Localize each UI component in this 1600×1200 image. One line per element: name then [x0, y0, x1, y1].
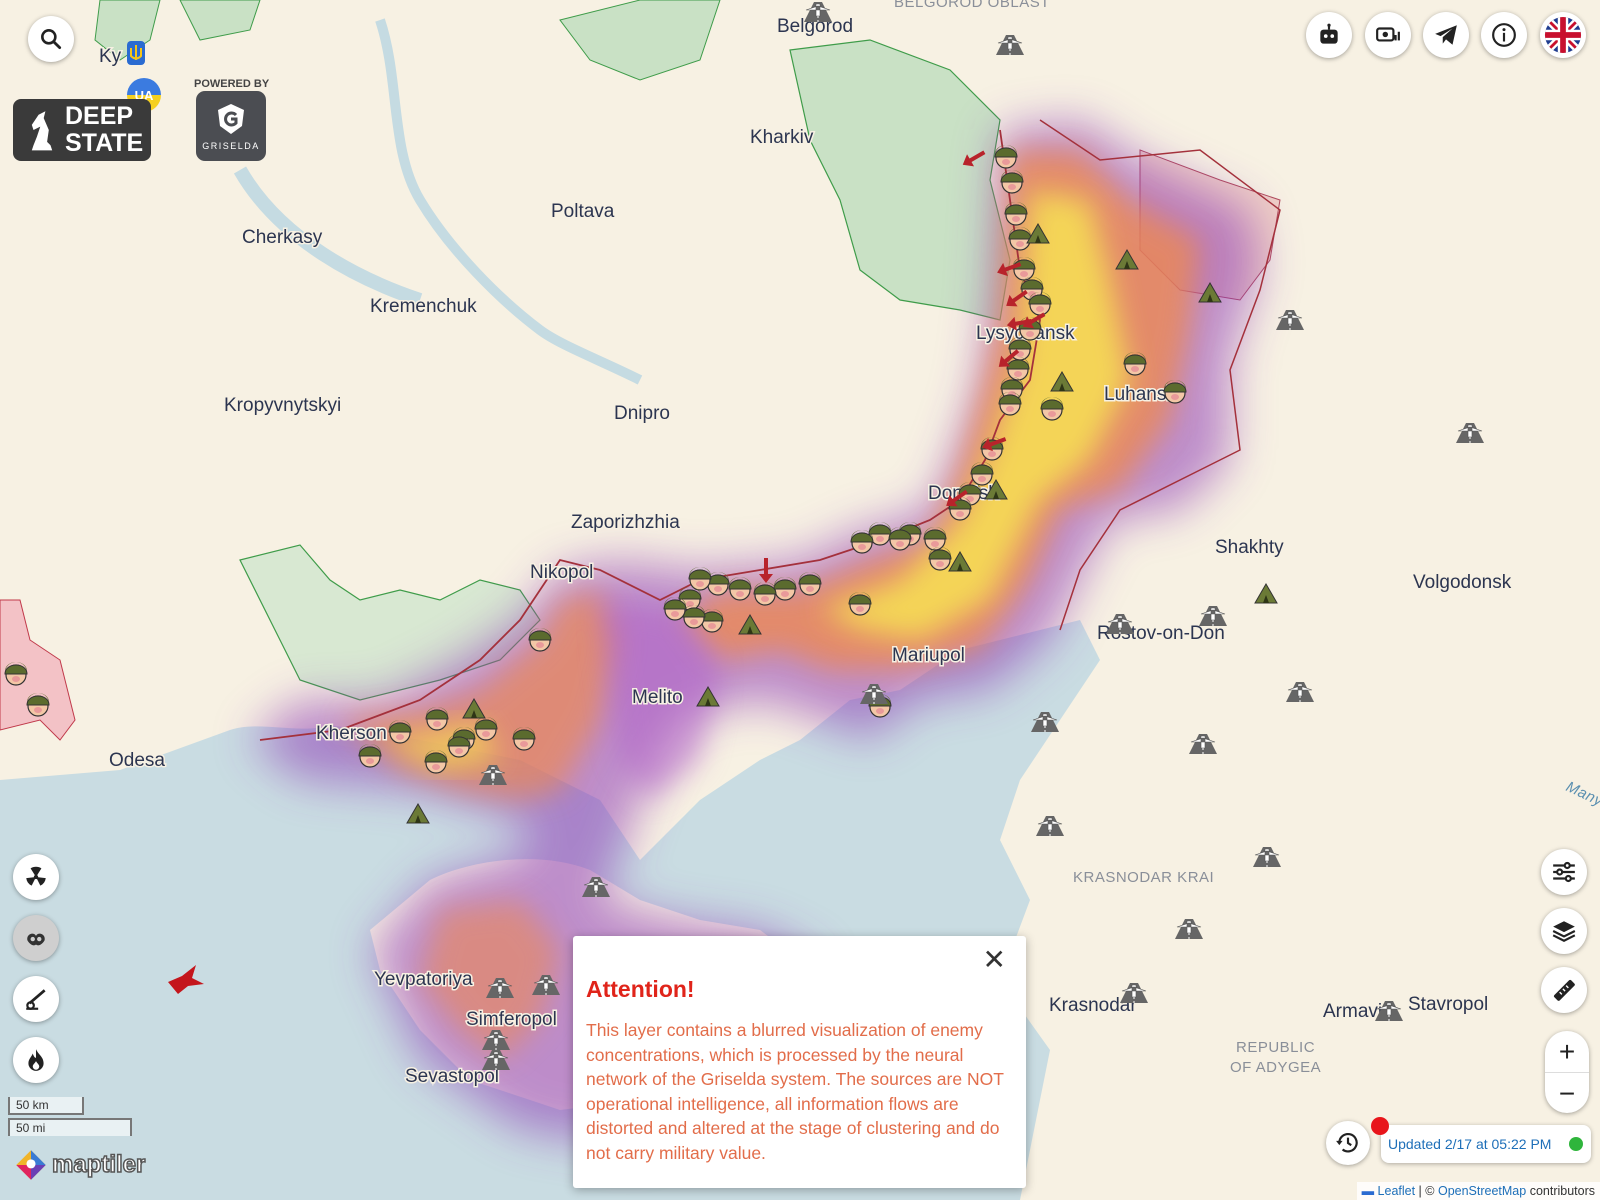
last-updated-status[interactable]: Updated 2/17 at 05:22 PM [1381, 1125, 1591, 1163]
uk-flag-icon [1544, 16, 1582, 54]
filters-button[interactable] [1541, 849, 1587, 895]
popup-body: This layer contains a blurred visualizat… [586, 1020, 1004, 1163]
popup-title: Attention! [586, 976, 695, 1002]
artillery-icon [26, 989, 46, 1010]
griselda-logo[interactable]: GRISELDA [196, 91, 266, 161]
bot-button[interactable] [1306, 12, 1352, 58]
powered-by-label: POWERED BY [194, 78, 270, 90]
svg-text:Poltava: Poltava [551, 201, 615, 222]
donate-button[interactable] [1365, 12, 1411, 58]
artillery-layer-button[interactable] [13, 976, 59, 1022]
heatmap-layer-button[interactable] [13, 915, 59, 961]
osm-link[interactable]: OpenStreetMap [1438, 1184, 1526, 1198]
svg-text:Kremenchuk: Kremenchuk [370, 296, 477, 317]
svg-text:Dnipro: Dnipro [614, 403, 670, 424]
last-updated-text: Updated 2/17 at 05:22 PM [1388, 1136, 1552, 1152]
svg-text:KRASNODAR KRAI: KRASNODAR KRAI [1073, 869, 1214, 886]
ruler-icon [1553, 979, 1575, 1001]
maptiler-logo[interactable]: maptiler [14, 1148, 146, 1182]
scale-mi: 50 mi [8, 1118, 132, 1136]
deepstate-line2: STATE [65, 129, 144, 157]
online-status-dot [1569, 1137, 1583, 1151]
griselda-shield-icon [218, 103, 244, 134]
scale-km: 50 km [8, 1097, 84, 1115]
telegram-button[interactable] [1423, 12, 1469, 58]
radiation-icon [26, 866, 46, 886]
search-button[interactable] [28, 16, 74, 62]
ukraine-trident-icon [126, 40, 146, 66]
leaflet-link[interactable]: Leaflet [1378, 1184, 1416, 1198]
fire-layer-button[interactable] [13, 1037, 59, 1083]
history-button[interactable] [1326, 1121, 1370, 1165]
nuclear-layer-button[interactable] [13, 854, 59, 900]
history-icon [1336, 1132, 1358, 1153]
layers-button[interactable] [1541, 908, 1587, 954]
svg-text:Mariupol: Mariupol [892, 645, 965, 666]
svg-text:Ky: Ky [99, 46, 122, 67]
info-button[interactable] [1481, 12, 1527, 58]
attention-popup: ✕ Attention! This layer contains a blurr… [573, 936, 1026, 1188]
layers-icon [1552, 921, 1576, 942]
knight-icon [31, 111, 53, 151]
griselda-label: GRISELDA [202, 140, 260, 151]
svg-text:Zaporizhzhia: Zaporizhzhia [571, 512, 680, 533]
ruler-button[interactable] [1541, 967, 1587, 1013]
svg-text:Kherson: Kherson [316, 723, 387, 744]
zoom-out-button[interactable]: − [1545, 1073, 1589, 1114]
deepstate-line1: DEEP [65, 102, 134, 130]
svg-text:BELGOROD OBLAST: BELGOROD OBLAST [894, 0, 1050, 11]
svg-text:Stavropol: Stavropol [1408, 994, 1488, 1015]
deepstate-logo[interactable]: DEEP STATE [13, 99, 151, 161]
sliders-icon [1553, 861, 1575, 883]
ukraine-flag-icon: ▬ [1361, 1184, 1375, 1198]
search-icon [41, 29, 62, 50]
close-icon[interactable]: ✕ [983, 946, 1006, 974]
svg-text:Nikopol: Nikopol [530, 562, 593, 583]
fire-icon [28, 1049, 44, 1071]
scale-bar: 50 km 50 mi [8, 1097, 132, 1139]
maptiler-text: maptiler [51, 1150, 146, 1179]
telegram-icon [1435, 25, 1457, 45]
svg-text:REPUBLIC: REPUBLIC [1236, 1039, 1315, 1056]
zoom-in-button[interactable]: + [1545, 1031, 1589, 1073]
svg-text:Volgodonsk: Volgodonsk [1413, 572, 1512, 593]
info-icon [1492, 23, 1516, 47]
language-button[interactable] [1540, 12, 1586, 58]
svg-text:Melito: Melito [632, 687, 683, 708]
heatmap-layer-icon [27, 933, 45, 946]
map-attribution: ▬ Leaflet | © OpenStreetMap contributors [1356, 1182, 1600, 1200]
svg-text:Kropyvnytskyi: Kropyvnytskyi [224, 395, 341, 416]
robot-icon [1320, 23, 1338, 44]
svg-text:Shakhty: Shakhty [1215, 537, 1284, 558]
money-icon [1376, 27, 1400, 42]
svg-text:Cherkasy: Cherkasy [242, 227, 323, 248]
svg-text:Simferopol: Simferopol [466, 1009, 557, 1030]
maptiler-icon [16, 1150, 46, 1180]
svg-text:Yevpatoriya: Yevpatoriya [374, 969, 473, 990]
zoom-control: + − [1545, 1031, 1589, 1113]
svg-text:OF ADYGEA: OF ADYGEA [1230, 1059, 1321, 1076]
svg-text:Odesa: Odesa [109, 750, 165, 771]
svg-text:Kharkiv: Kharkiv [750, 127, 814, 148]
live-indicator-dot [1371, 1117, 1389, 1135]
